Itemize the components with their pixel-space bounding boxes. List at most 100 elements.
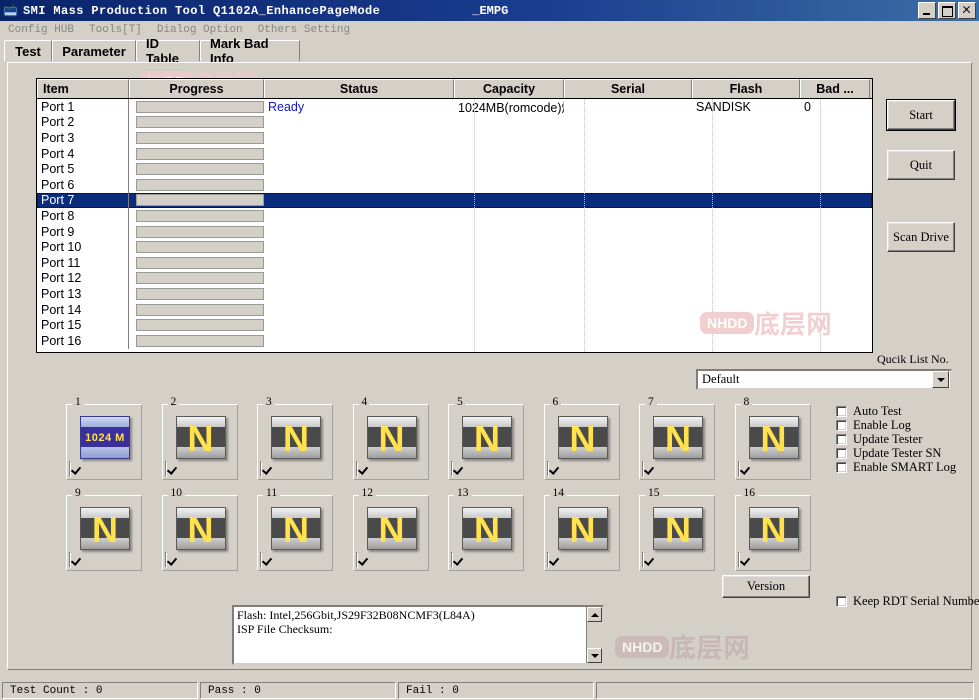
checkbox-keep-rdt-serial-number[interactable]: Keep RDT Serial Number — [836, 594, 979, 609]
tile-number: 2 — [167, 396, 180, 408]
table-row[interactable]: Port 16 — [37, 332, 872, 349]
quick-list-dropdown[interactable]: Default — [696, 369, 952, 390]
tile-checkbox[interactable] — [355, 461, 358, 477]
device-tile-7[interactable]: 7N — [639, 396, 715, 480]
port-table[interactable]: Item Progress Status Capacity Serial Fla… — [36, 78, 873, 353]
tab-parameter[interactable]: Parameter — [52, 40, 136, 61]
device-tile-9[interactable]: 9N — [66, 487, 142, 571]
device-tile-10[interactable]: 10 N — [161, 487, 238, 571]
column-header-progress[interactable]: Progress — [129, 79, 264, 98]
column-header-serial[interactable]: Serial — [564, 79, 692, 98]
table-row[interactable]: Port 15 — [37, 317, 872, 333]
device-tile-14[interactable]: 14 N — [543, 487, 620, 571]
device-tile-13[interactable]: 13 N — [448, 487, 524, 571]
column-header-status[interactable]: Status — [264, 79, 454, 98]
drive-status-letter: N — [187, 417, 214, 459]
table-row[interactable]: Port 12 — [37, 270, 872, 287]
arrow-up-icon[interactable] — [587, 607, 602, 622]
tile-checkbox[interactable] — [546, 461, 549, 477]
checkbox-update-tester-sn[interactable]: Update Tester SN — [836, 446, 941, 461]
tile-checkbox[interactable] — [355, 552, 358, 568]
column-header-flash[interactable]: Flash — [692, 79, 800, 98]
tile-checkbox[interactable] — [451, 552, 453, 568]
checkbox-update-tester[interactable]: Update Tester — [836, 432, 922, 447]
column-header-capacity[interactable]: Capacity — [454, 79, 564, 98]
device-tile-6[interactable]: 6N — [543, 396, 620, 480]
table-row[interactable]: Port 14 — [37, 301, 872, 318]
device-tile-5[interactable]: 5N — [448, 396, 524, 480]
table-row[interactable]: Port 7 — [37, 192, 872, 209]
tile-checkbox[interactable] — [164, 552, 167, 568]
chevron-down-icon[interactable] — [932, 371, 949, 388]
tile-checkbox[interactable] — [451, 461, 453, 477]
minimize-icon[interactable] — [918, 2, 936, 19]
tile-checkbox[interactable] — [69, 552, 71, 568]
drive-status-letter: N — [474, 508, 500, 550]
device-tile-4[interactable]: 4N — [352, 396, 429, 480]
tile-checkbox[interactable] — [260, 552, 262, 568]
checkbox-enable-log[interactable]: Enable Log — [836, 418, 911, 433]
tile-checkbox[interactable] — [737, 552, 740, 568]
log-scrollbar[interactable] — [586, 607, 602, 663]
device-tile-1[interactable]: 1 1024 M — [66, 396, 142, 480]
menu-item-tools[interactable]: Tools[T] — [82, 23, 149, 37]
cell-status — [264, 271, 454, 287]
table-row[interactable]: Port 4 — [37, 145, 872, 162]
tab-test[interactable]: Test — [4, 40, 52, 61]
table-row[interactable]: Port 5 — [37, 161, 872, 177]
checkbox-label: Enable Log — [853, 418, 911, 432]
device-tile-2[interactable]: 2N — [161, 396, 238, 480]
table-row[interactable]: Port 10 — [37, 239, 872, 255]
tile-checkbox[interactable] — [737, 461, 740, 477]
table-row[interactable]: Port 9 — [37, 223, 872, 240]
checkbox-box — [69, 552, 71, 568]
scan-drive-button[interactable]: Scan Drive — [887, 222, 955, 252]
maximize-icon[interactable] — [938, 2, 956, 19]
device-tile-8[interactable]: 8N — [734, 396, 811, 480]
menu-item-dialog-option[interactable]: Dialog Option — [150, 23, 250, 37]
drive-icon: N — [653, 507, 703, 550]
menu-item-config-hub[interactable]: Config HUB — [1, 23, 81, 37]
progress-bar — [136, 209, 264, 222]
arrow-down-icon[interactable] — [587, 648, 602, 663]
tile-checkbox[interactable] — [164, 461, 167, 477]
table-row[interactable]: Port 1 Ready 1024MB(romcode)熵t SANDISK 0 — [37, 99, 872, 115]
device-tile-11[interactable]: 11 N — [257, 487, 333, 571]
drive-icon: N — [462, 416, 512, 459]
device-tile-16[interactable]: 16 N — [734, 487, 811, 571]
table-row[interactable]: Port 8 — [37, 208, 872, 224]
tile-checkbox[interactable] — [642, 552, 644, 568]
column-header-bad[interactable]: Bad ... — [800, 79, 870, 98]
menu-item-others-setting[interactable]: Others Setting — [251, 23, 357, 37]
tile-checkbox[interactable] — [69, 461, 71, 477]
tab-id-table[interactable]: ID Table — [136, 36, 200, 66]
table-row[interactable]: Port 13 — [37, 286, 872, 302]
progress-bar — [136, 178, 264, 191]
log-textarea[interactable]: Flash: Intel,256Gbit,JS29F32B08NCMF3(L84… — [232, 605, 604, 665]
device-tile-3[interactable]: 3N — [257, 396, 333, 480]
checkbox-auto-test[interactable]: Auto Test — [836, 404, 902, 419]
start-button[interactable]: Start — [886, 99, 956, 131]
table-row[interactable]: Port 6 — [37, 176, 872, 193]
cell-flash — [692, 302, 800, 318]
drive-bottom-band — [81, 447, 129, 458]
table-row[interactable]: Port 11 — [37, 254, 872, 271]
quit-button[interactable]: Quit — [887, 150, 955, 180]
close-icon[interactable] — [958, 2, 976, 19]
tab-mark-bad-info[interactable]: Mark Bad Info — [200, 36, 300, 66]
cell-flash — [692, 146, 800, 162]
device-tile-12[interactable]: 12 N — [352, 487, 429, 571]
tile-checkbox[interactable] — [642, 461, 644, 477]
table-row[interactable]: Port 3 — [37, 130, 872, 146]
checkbox-enable-smart-log[interactable]: Enable SMART Log — [836, 460, 956, 475]
tile-number: 16 — [740, 487, 758, 499]
drive-status-letter: N — [92, 508, 118, 550]
tile-checkbox[interactable] — [546, 552, 549, 568]
tile-checkbox[interactable] — [260, 461, 262, 477]
device-tile-15[interactable]: 15 N — [639, 487, 715, 571]
table-row[interactable]: Port 2 — [37, 114, 872, 131]
column-header-item[interactable]: Item — [37, 79, 129, 98]
cell-bad — [800, 115, 870, 131]
drive-icon: N — [748, 416, 799, 459]
version-button[interactable]: Version — [722, 575, 810, 598]
